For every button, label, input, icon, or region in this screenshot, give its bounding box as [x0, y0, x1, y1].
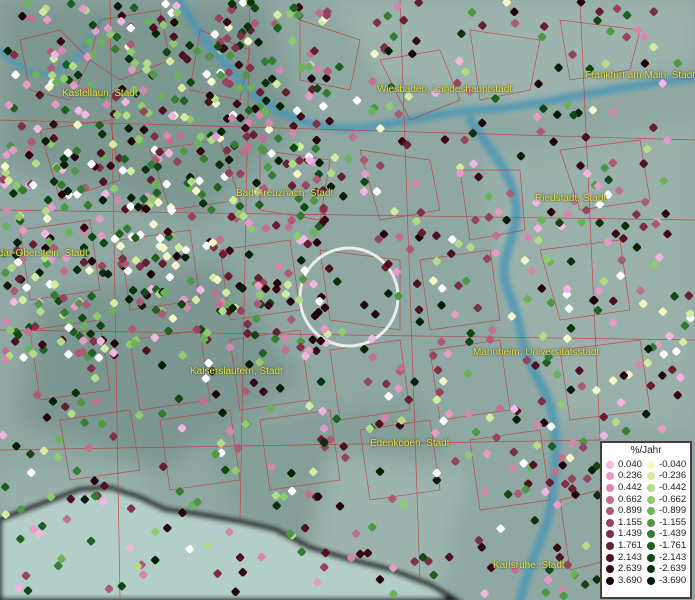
legend-row: 0.899 -0.899: [606, 505, 688, 517]
legend-title: %/Jahr: [630, 445, 662, 456]
legend-entry-negative: -2.639: [647, 564, 688, 574]
legend-swatch: [606, 518, 614, 527]
legend-entry-negative: -2.143: [647, 551, 688, 563]
city-label-frankfurt: Frankfurt am Main, Stadt: [585, 70, 695, 81]
legend-value: 0.236: [618, 470, 643, 482]
legend-value: 2.639: [618, 563, 643, 575]
legend-entry-positive: 0.040: [606, 458, 647, 470]
legend-entry-positive: 3.690: [606, 574, 647, 586]
legend-entry-positive: 0.442: [606, 481, 647, 493]
legend-value: 1.155: [618, 516, 643, 528]
city-label-karlsruhe: Karlsruhe, Stadt: [493, 560, 565, 571]
legend-entry-negative: -0.899: [647, 506, 688, 516]
legend-swatch: [647, 518, 655, 527]
legend-entry-negative: -1.155: [647, 516, 688, 528]
legend-value: -0.040: [659, 458, 687, 470]
legend-value: 0.899: [618, 505, 643, 517]
city-label-wiesbaden: Wiesbaden, Landeshauptstadt: [377, 84, 513, 95]
city-label-riedstadt: Riedstadt, Stadt: [535, 193, 607, 204]
legend-swatch: [647, 565, 655, 574]
legend-entry-positive: 0.236: [606, 471, 647, 481]
legend-entry-negative: -0.662: [647, 493, 688, 505]
legend-value: 0.442: [618, 481, 643, 493]
legend-value: -0.899: [659, 505, 687, 517]
city-label-kaiserslautern: Kaiserslautern, Stadt: [190, 366, 283, 377]
legend-row: 2.143 -2.143: [606, 552, 688, 564]
legend-swatch: [606, 472, 614, 481]
legend-swatch: [606, 530, 614, 539]
legend-row: 2.639 -2.639: [606, 563, 688, 575]
legend-value: 1.439: [618, 528, 643, 540]
legend-row: 0.236 -0.236: [606, 471, 688, 483]
legend-swatch: [606, 541, 614, 550]
city-label-bad-kreuznach: Bad Kreuznach, Stadt: [236, 188, 334, 199]
legend-row: 3.690 -3.690: [606, 575, 688, 587]
legend-value: -1.439: [659, 528, 687, 540]
legend-value: -3.690: [659, 574, 687, 586]
legend-entry-positive: 1.439: [606, 529, 647, 539]
legend-entry-positive: 1.761: [606, 539, 647, 551]
legend-entry-negative: -3.690: [647, 574, 688, 586]
legend-swatch: [647, 460, 655, 469]
legend-value: -2.143: [659, 551, 687, 563]
legend-swatch: [606, 495, 614, 504]
legend-row: 0.442 -0.442: [606, 482, 688, 494]
legend-value: -1.761: [659, 539, 687, 551]
legend-value: -2.639: [659, 563, 687, 575]
legend-swatch: [606, 576, 614, 585]
legend-value: -0.662: [659, 493, 687, 505]
legend-entry-positive: 0.662: [606, 493, 647, 505]
legend-swatch: [647, 553, 655, 562]
legend-row: 0.662 -0.662: [606, 494, 688, 506]
legend-value: 0.662: [618, 493, 643, 505]
legend-entry-negative: -0.236: [647, 471, 688, 481]
city-label-kastellaun: Kastellaun, Stadt: [62, 88, 138, 99]
legend-entry-negative: -0.442: [647, 481, 688, 493]
legend-entry-positive: 0.899: [606, 506, 647, 516]
legend-value: -0.236: [659, 470, 687, 482]
legend-swatch: [606, 565, 614, 574]
legend-swatch: [647, 530, 655, 539]
legend-value: 0.040: [618, 458, 643, 470]
legend-row: 1.439 -1.439: [606, 529, 688, 541]
legend-swatch: [606, 483, 614, 492]
legend-entry-positive: 2.639: [606, 564, 647, 574]
legend-swatch: [647, 495, 655, 504]
legend: %/Jahr 0.040 -0.040 0.236 -0.236 0.442 -0.442…: [600, 441, 692, 599]
legend-value: 2.143: [618, 551, 643, 563]
legend-entry-positive: 1.155: [606, 516, 647, 528]
legend-value: -1.155: [659, 516, 687, 528]
legend-swatch: [647, 483, 655, 492]
legend-row: 0.040 -0.040: [606, 459, 688, 471]
legend-swatch: [647, 576, 655, 585]
legend-value: 1.761: [618, 539, 643, 551]
legend-row: 1.761 -1.761: [606, 540, 688, 552]
legend-swatch: [606, 553, 614, 562]
legend-value: 3.690: [618, 574, 643, 586]
city-label-idar-oberstein: Idar-Oberstein, Stadt: [0, 248, 88, 259]
legend-swatch: [647, 507, 655, 516]
legend-swatch: [606, 507, 614, 516]
legend-entry-negative: -1.761: [647, 539, 688, 551]
legend-swatch: [606, 460, 614, 469]
legend-swatch: [647, 541, 655, 550]
legend-entry-negative: -1.439: [647, 529, 688, 539]
legend-row: 1.155 -1.155: [606, 517, 688, 529]
legend-value: -0.442: [659, 481, 687, 493]
city-label-mannheim: Mannheim, Universitätsstadt: [473, 347, 600, 358]
legend-swatch: [647, 472, 655, 481]
legend-entry-positive: 2.143: [606, 551, 647, 563]
legend-rows: 0.040 -0.040 0.236 -0.236 0.442 -0.442 0.662 -0…: [606, 459, 688, 587]
city-label-edenkoben: Edenkoben, Stadt: [370, 438, 450, 449]
legend-entry-negative: -0.040: [647, 458, 688, 470]
